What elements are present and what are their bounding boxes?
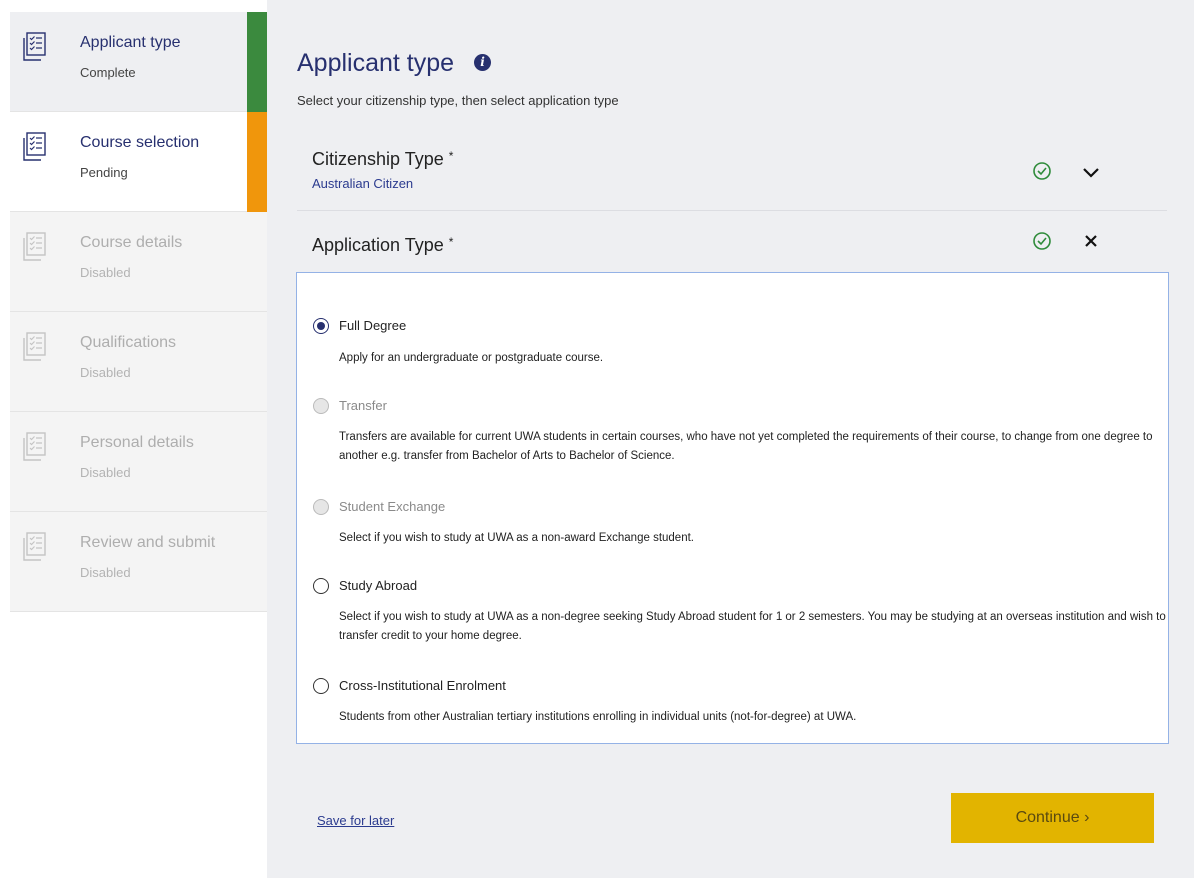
checklist-icon — [23, 132, 46, 161]
step-applicant-type[interactable]: Applicant type Complete — [10, 12, 267, 112]
step-course-selection[interactable]: Course selection Pending — [10, 112, 267, 212]
step-label: Applicant type — [80, 34, 181, 51]
main-content: Applicant type i Select your citizenship… — [267, 0, 1194, 878]
step-status: Complete — [80, 65, 136, 80]
radio-student-exchange — [313, 499, 329, 515]
step-status: Disabled — [80, 565, 131, 580]
checklist-icon — [23, 432, 46, 461]
checklist-icon — [23, 32, 46, 61]
required-mark: * — [448, 149, 454, 163]
check-circle-icon — [1033, 162, 1051, 180]
step-label: Course selection — [80, 134, 200, 151]
checklist-icon — [23, 532, 46, 561]
option-description: Transfers are available for current UWA … — [339, 431, 1153, 462]
step-label: Qualifications — [80, 334, 177, 351]
required-mark: * — [448, 235, 454, 249]
page-title: Applicant type — [297, 49, 455, 77]
radio-transfer — [313, 398, 329, 414]
radio-cross-institutional[interactable] — [313, 678, 329, 694]
radio-study-abroad[interactable] — [313, 578, 329, 594]
radio-full-degree[interactable] — [313, 318, 329, 334]
close-icon[interactable] — [1081, 231, 1101, 251]
step-status: Pending — [80, 165, 128, 180]
step-status-bar — [247, 12, 267, 112]
step-course-details: Course details Disabled — [10, 212, 267, 312]
application-type-label: Application Type * — [312, 235, 453, 256]
step-status: Disabled — [80, 365, 131, 380]
save-for-later-link[interactable]: Save for later — [317, 813, 394, 828]
info-icon[interactable]: i — [474, 54, 491, 71]
step-status-bar — [247, 112, 267, 212]
step-qualifications: Qualifications Disabled — [10, 312, 267, 412]
checklist-icon — [23, 332, 46, 361]
step-label: Review and submit — [80, 534, 216, 551]
step-label: Course details — [80, 234, 183, 251]
sidebar: Applicant type Complete Course selection… — [0, 0, 267, 878]
application-type-section[interactable]: Application Type * — [297, 211, 1167, 271]
application-type-title: Application Type — [312, 235, 444, 255]
check-circle-icon — [1033, 232, 1051, 250]
chevron-down-icon[interactable] — [1081, 162, 1101, 182]
option-label: Full Degree — [339, 318, 407, 333]
option-description: Select if you wish to study at UWA as a … — [339, 532, 694, 544]
option-description: Students from other Australian tertiary … — [339, 711, 857, 723]
page-subtitle: Select your citizenship type, then selec… — [297, 93, 619, 108]
option-description: Apply for an undergraduate or postgradua… — [339, 352, 604, 364]
step-label: Personal details — [80, 434, 194, 451]
checklist-icon — [23, 232, 46, 261]
citizenship-type-section[interactable]: Citizenship Type * Australian Citizen — [297, 113, 1167, 211]
step-status: Disabled — [80, 465, 131, 480]
citizenship-type-title: Citizenship Type — [312, 149, 444, 169]
citizenship-type-value: Australian Citizen — [312, 176, 414, 191]
step-status: Disabled — [80, 265, 131, 280]
step-personal-details: Personal details Disabled — [10, 412, 267, 512]
option-label: Cross-Institutional Enrolment — [339, 678, 506, 693]
step-review-and-submit: Review and submit Disabled — [10, 512, 267, 612]
citizenship-type-label: Citizenship Type * — [312, 149, 453, 170]
option-description: Select if you wish to study at UWA as a … — [339, 611, 1166, 642]
continue-button[interactable]: Continue › — [951, 793, 1154, 843]
option-label: Transfer — [339, 398, 387, 413]
option-label: Student Exchange — [339, 499, 446, 514]
option-label: Study Abroad — [339, 578, 418, 593]
application-type-options: Full Degree Apply for an undergraduate o… — [296, 272, 1169, 744]
